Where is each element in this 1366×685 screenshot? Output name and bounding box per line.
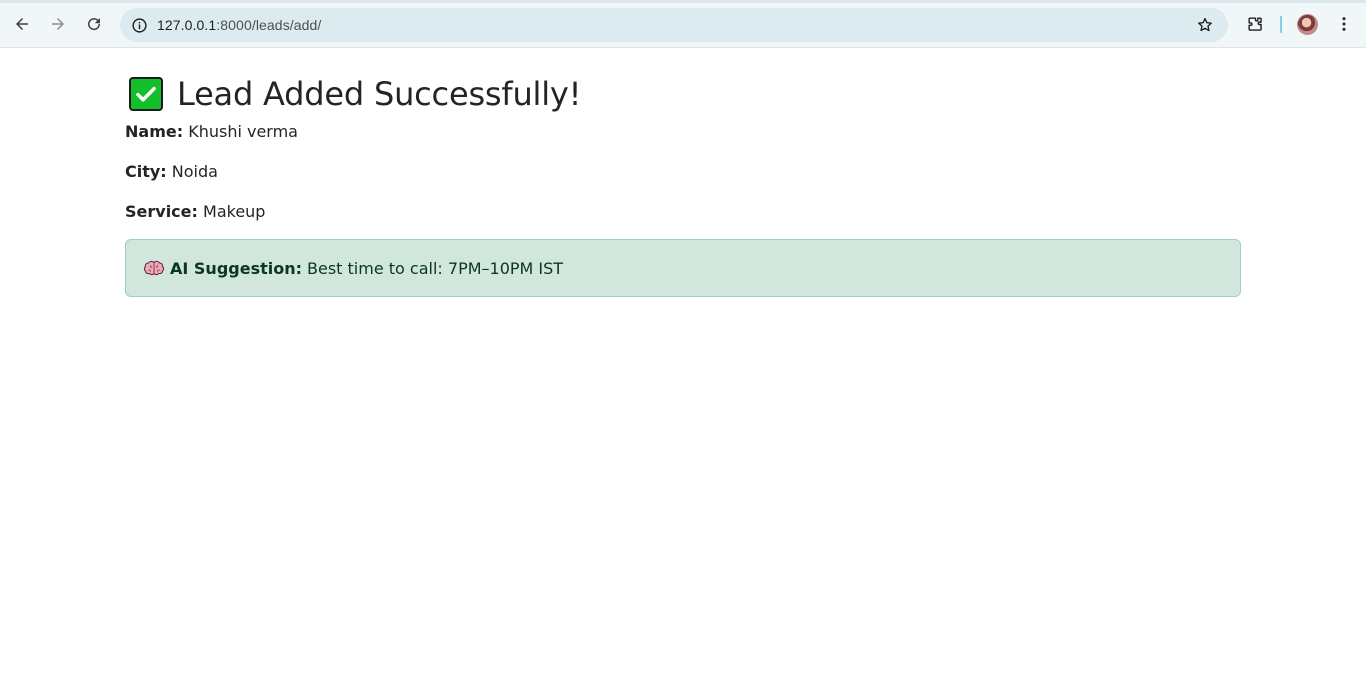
suggestion-text: Best time to call: 7PM–10PM IST bbox=[307, 258, 564, 278]
back-arrow-icon bbox=[16, 18, 28, 30]
bookmark-star-button[interactable] bbox=[1196, 16, 1214, 34]
back-button[interactable] bbox=[7, 9, 37, 39]
field-value: Khushi verma bbox=[188, 122, 298, 141]
page-title-text: Lead Added Successfully! bbox=[177, 75, 582, 113]
info-icon[interactable] bbox=[130, 16, 148, 34]
page-title: Lead Added Successfully! bbox=[125, 48, 1241, 114]
toolbar-divider bbox=[1280, 16, 1282, 33]
forward-button[interactable] bbox=[43, 9, 73, 39]
avatar[interactable] bbox=[1297, 14, 1318, 35]
brain-icon bbox=[144, 260, 164, 276]
ai-suggestion-alert: AI Suggestion: Best time to call: 7PM–10… bbox=[125, 239, 1241, 297]
check-mark-icon bbox=[129, 77, 163, 111]
reload-button[interactable] bbox=[79, 9, 109, 39]
extensions-button[interactable] bbox=[1240, 9, 1270, 39]
field-value: Makeup bbox=[203, 202, 266, 221]
url-host: 127.0.0.1 bbox=[157, 17, 217, 33]
menu-button[interactable] bbox=[1329, 9, 1359, 39]
address-bar[interactable]: 127.0.0.1:8000/leads/add/ bbox=[120, 8, 1228, 42]
field-label: Name: bbox=[125, 122, 184, 141]
field-label: City: bbox=[125, 162, 167, 181]
suggestion-label: AI Suggestion: bbox=[170, 258, 303, 278]
forward-arrow-icon bbox=[52, 18, 64, 30]
puzzle-icon bbox=[1247, 16, 1262, 31]
page-content: Lead Added Successfully! Name: Khushi ve… bbox=[125, 48, 1241, 297]
url-text[interactable]: 127.0.0.1:8000/leads/add/ bbox=[157, 8, 321, 42]
lead-service-field: Service: Makeup bbox=[125, 202, 265, 222]
field-label: Service: bbox=[125, 202, 198, 221]
reload-icon bbox=[88, 18, 101, 31]
lead-city-field: City: Noida bbox=[125, 162, 218, 182]
browser-toolbar: 127.0.0.1:8000/leads/add/ bbox=[0, 0, 1366, 48]
lead-name-field: Name: Khushi verma bbox=[125, 122, 298, 142]
field-value: Noida bbox=[171, 162, 218, 181]
tab-strip bbox=[0, 0, 1366, 3]
star-icon bbox=[1198, 17, 1212, 32]
url-path: :8000/leads/add/ bbox=[216, 17, 322, 33]
kebab-menu-icon bbox=[1342, 17, 1346, 31]
